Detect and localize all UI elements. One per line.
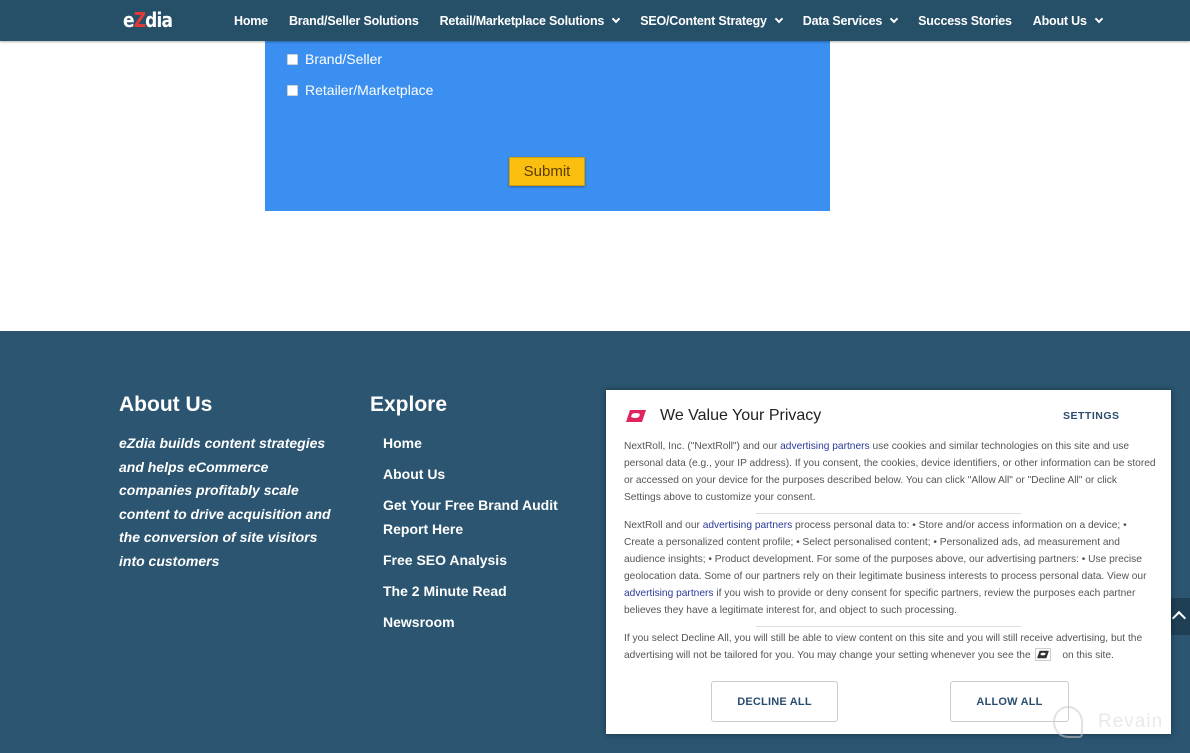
- nav-label: Success Stories: [918, 13, 1012, 28]
- text: NextRoll, Inc. ("NextRoll") and our: [624, 441, 781, 452]
- explore-links: Home About Us Get Your Free Brand Audit …: [383, 432, 583, 642]
- chevron-down-icon: [611, 14, 621, 23]
- nav-about-us[interactable]: About Us: [1032, 13, 1103, 28]
- text: on this site.: [1062, 650, 1114, 661]
- checkbox-label: Brand/Seller: [305, 51, 383, 67]
- watermark-text: Revain: [1098, 711, 1164, 732]
- divider: [756, 626, 1021, 627]
- checkbox-label: Retailer/Marketplace: [305, 82, 434, 98]
- nav-label: Retail/Marketplace Solutions: [439, 13, 605, 28]
- retailer-marketplace-checkbox[interactable]: [287, 84, 298, 96]
- footer-link-home[interactable]: Home: [383, 432, 583, 456]
- settings-link[interactable]: SETTINGS: [1063, 410, 1120, 422]
- footer-link-free-brand-audit[interactable]: Get Your Free Brand Audit Report Here: [383, 494, 558, 541]
- nav-success-stories[interactable]: Success Stories: [918, 14, 1012, 28]
- privacy-title: We Value Your Privacy: [660, 407, 822, 424]
- privacy-intro-paragraph: NextRoll, Inc. ("NextRoll") and our adve…: [624, 438, 1156, 506]
- privacy-consent-dialog: We Value Your Privacy SETTINGS NextRoll,…: [606, 390, 1171, 734]
- revain-watermark: Revain: [1053, 706, 1163, 738]
- chevron-up-icon: [1171, 610, 1187, 626]
- advertising-partners-link[interactable]: advertising partners: [780, 441, 869, 452]
- nav-label: Brand/Seller Solutions: [288, 13, 419, 28]
- nav-data-services[interactable]: Data Services: [802, 13, 899, 28]
- brand-seller-checkbox[interactable]: [287, 53, 298, 65]
- logo-z: Z: [133, 8, 146, 32]
- nav-label: Home: [234, 13, 268, 28]
- privacy-decline-paragraph: If you select Decline All, you will stil…: [624, 630, 1156, 664]
- nav-retail-marketplace-solutions[interactable]: Retail/Marketplace Solutions: [439, 13, 621, 28]
- decline-all-button[interactable]: DECLINE ALL: [711, 681, 838, 722]
- nav-brand-seller-solutions[interactable]: Brand/Seller Solutions: [289, 14, 419, 28]
- signup-form-panel: Brand/Seller Retailer/Marketplace Submit: [265, 41, 830, 211]
- chevron-down-icon: [889, 14, 899, 23]
- explore-heading: Explore: [370, 393, 448, 416]
- nav-label: Data Services: [802, 13, 883, 28]
- footer-link-2-minute-read[interactable]: The 2 Minute Read: [383, 580, 583, 604]
- main-nav: Home Brand/Seller Solutions Retail/Marke…: [234, 0, 1123, 41]
- logo-suffix: dia: [145, 8, 173, 32]
- revain-logo-icon: [1053, 706, 1083, 738]
- nav-seo-content-strategy[interactable]: SEO/Content Strategy: [640, 13, 784, 28]
- chevron-down-icon: [1094, 14, 1103, 23]
- nextroll-logo-icon: [626, 410, 646, 422]
- top-navigation-bar: eZdia Home Brand/Seller Solutions Retail…: [0, 0, 1190, 41]
- text: NextRoll and our: [624, 520, 703, 531]
- footer-link-newsroom[interactable]: Newsroom: [383, 611, 583, 635]
- allow-all-button[interactable]: ALLOW ALL: [950, 681, 1069, 722]
- checkbox-row-brand-seller[interactable]: Brand/Seller: [287, 51, 382, 67]
- nav-label: About Us: [1032, 13, 1087, 28]
- about-us-description: eZdia builds content strategies and help…: [119, 435, 331, 569]
- nav-home[interactable]: Home: [234, 14, 268, 28]
- footer-link-about-us[interactable]: About Us: [383, 463, 583, 487]
- advertising-partners-link[interactable]: advertising partners: [624, 588, 713, 599]
- logo-prefix: e: [123, 8, 135, 32]
- checkbox-row-retailer-marketplace[interactable]: Retailer/Marketplace: [287, 82, 433, 98]
- ezdia-logo[interactable]: eZdia: [123, 8, 173, 32]
- nav-label: SEO/Content Strategy: [640, 13, 767, 28]
- divider: [756, 513, 1021, 514]
- chevron-down-icon: [774, 14, 784, 23]
- about-us-heading: About Us: [119, 393, 213, 416]
- submit-button[interactable]: Submit: [509, 157, 585, 186]
- advertising-partners-link[interactable]: advertising partners: [703, 520, 792, 531]
- privacy-purposes-paragraph: NextRoll and our advertising partners pr…: [624, 517, 1156, 619]
- nextroll-logo-icon: [1035, 647, 1052, 661]
- footer-link-free-seo-analysis[interactable]: Free SEO Analysis: [383, 549, 583, 573]
